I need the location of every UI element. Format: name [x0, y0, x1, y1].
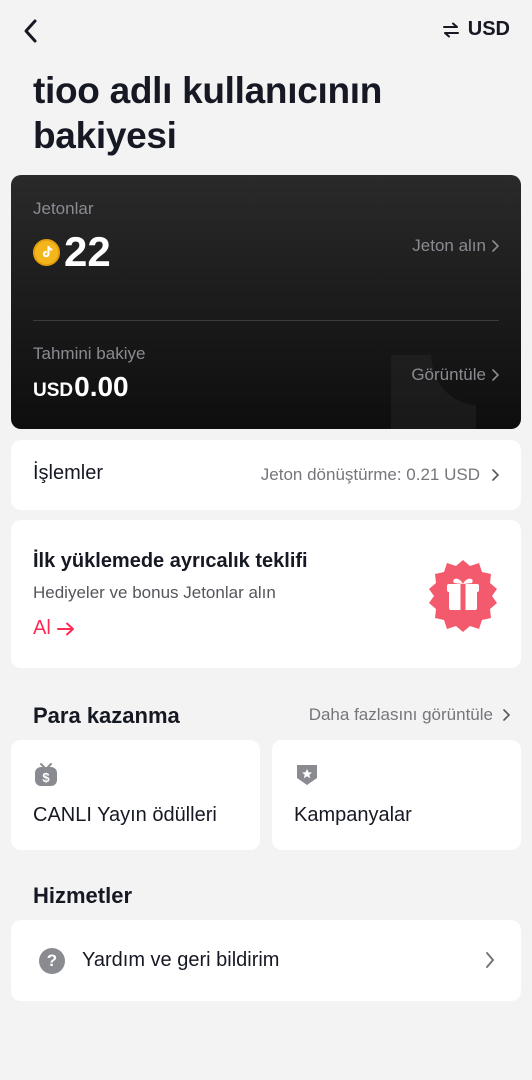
offer-title: İlk yüklemede ayrıcalık teklifi [33, 550, 308, 572]
transactions-row[interactable]: İşlemler Jeton dönüştürme: 0.21 USD [11, 440, 521, 510]
buy-coins-label: Jeton alın [412, 236, 486, 255]
currency-switch-button[interactable]: USD [442, 18, 510, 41]
live-rewards-tile[interactable]: $ CANLI Yayın ödülleri [11, 740, 260, 850]
conversion-text: Jeton dönüştürme: 0.21 USD [260, 465, 480, 484]
earn-view-more-link[interactable]: Daha fazlasını görüntüle [309, 705, 510, 725]
coin-icon [33, 238, 60, 266]
coin-balance: 22 [33, 227, 111, 277]
currency-label: USD [467, 18, 510, 40]
chevron-right-icon [492, 240, 499, 252]
conversion-info: Jeton dönüştürme: 0.21 USD [261, 465, 499, 485]
campaign-badge-icon [297, 765, 317, 785]
live-rewards-label: CANLI Yayın ödülleri [33, 804, 217, 826]
services-section-title: Hizmetler [33, 883, 133, 908]
help-feedback-label: Yardım ve geri bildirim [82, 949, 280, 971]
help-icon: ? [39, 948, 65, 974]
brand-watermark-icon [391, 355, 476, 429]
chevron-right-icon [486, 952, 495, 968]
live-rewards-icon: $ [35, 763, 57, 786]
back-arrow-icon [24, 19, 37, 43]
offer-get-button[interactable]: Al [33, 617, 75, 640]
first-topup-offer-card: İlk yüklemede ayrıcalık teklifi Hediyele… [11, 520, 521, 668]
transactions-title: İşlemler [33, 462, 104, 484]
page-title: tioo adlı kullanıcının bakiyesi [33, 70, 383, 156]
back-button[interactable] [14, 14, 48, 48]
top-bar: USD [0, 0, 532, 60]
card-divider [33, 320, 499, 321]
estimated-amount: 0.00 [74, 371, 129, 402]
gift-badge-icon [429, 560, 497, 632]
estimated-currency: USD [33, 380, 74, 401]
chevron-right-icon [492, 369, 499, 381]
earn-more-label: Daha fazlasını görüntüle [308, 705, 493, 724]
coins-label: Jetonlar [33, 199, 94, 218]
estimated-balance-label: Tahmini bakiye [33, 344, 146, 363]
campaigns-tile[interactable]: Kampanyalar [272, 740, 521, 850]
chevron-right-icon [503, 709, 510, 721]
view-balance-link[interactable]: Görüntüle [411, 365, 499, 385]
estimated-balance-value: USD 0.00 [33, 371, 129, 403]
offer-cta-label: Al [33, 617, 51, 639]
coins-value: 22 [64, 228, 111, 275]
help-feedback-row[interactable]: ? Yardım ve geri bildirim [11, 920, 521, 1001]
offer-subtitle: Hediyeler ve bonus Jetonlar alın [33, 583, 276, 602]
view-label: Görüntüle [411, 365, 486, 384]
buy-coins-link[interactable]: Jeton alın [412, 236, 499, 256]
swap-arrows-icon [442, 22, 459, 37]
earn-section-title: Para kazanma [33, 703, 180, 728]
campaigns-label: Kampanyalar [294, 804, 412, 826]
chevron-right-icon [492, 469, 499, 481]
balance-card: Jetonlar 22 Jeton alın Tahmini bakiye US… [11, 175, 521, 429]
svg-text:$: $ [42, 770, 50, 785]
arrow-right-icon [56, 622, 74, 635]
